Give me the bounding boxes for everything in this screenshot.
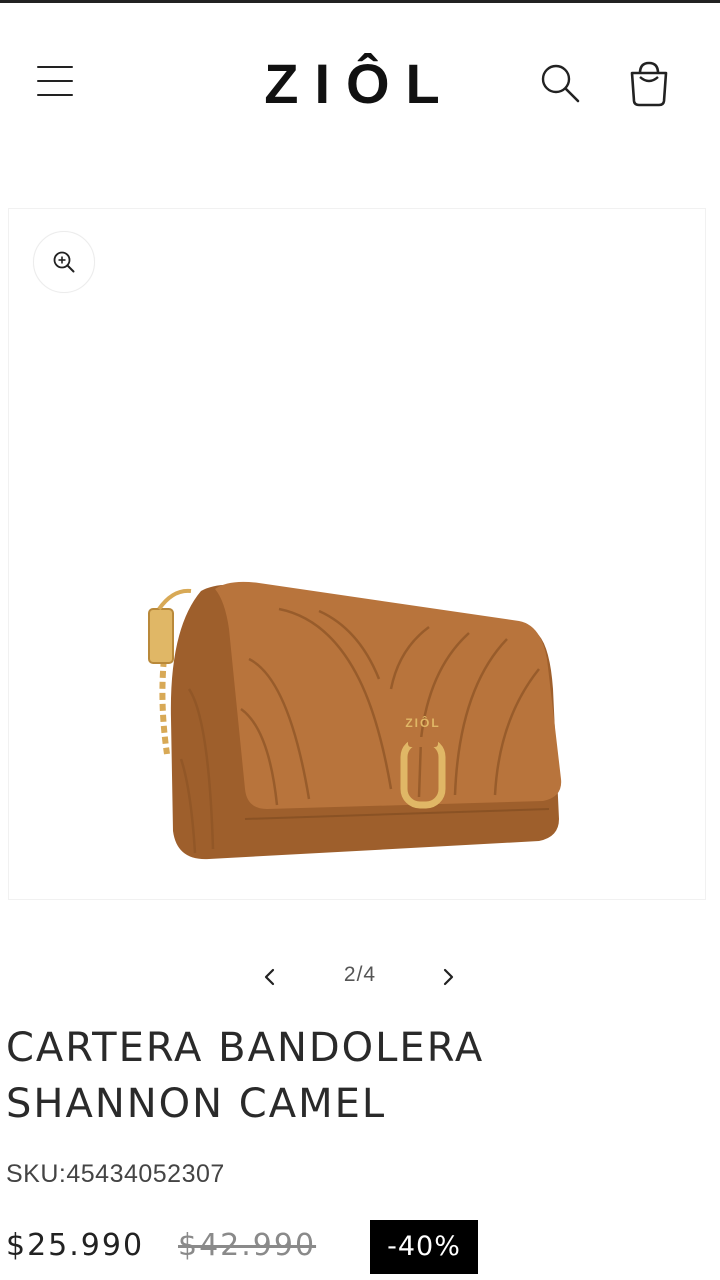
chevron-left-icon	[264, 968, 275, 986]
slide-counter: 2/4	[343, 963, 377, 986]
gallery-pager: 2/4	[250, 955, 470, 999]
regular-price: $42.990	[178, 1228, 317, 1263]
hamburger-line	[37, 94, 73, 96]
bag-chain	[159, 648, 170, 755]
product-title-line: CARTERA BANDOLERA	[6, 1025, 485, 1071]
brand-logo[interactable]: ZIÔL	[240, 49, 480, 119]
chevron-right-icon	[443, 968, 454, 986]
product-image: ZIÔL	[148, 581, 562, 860]
product-sku: SKU:45434052307	[6, 1160, 225, 1189]
product-gallery[interactable]: ZIÔL	[8, 208, 706, 900]
shopping-bag-icon	[630, 61, 668, 107]
cart-button[interactable]	[622, 55, 676, 111]
sku-value: 45434052307	[66, 1160, 225, 1188]
search-icon	[541, 64, 580, 103]
price-row: $25.990 $42.990 -40%	[6, 1220, 716, 1276]
site-header: ZIÔL	[0, 3, 720, 163]
previous-slide-button[interactable]	[256, 963, 284, 991]
zoom-button[interactable]	[33, 231, 95, 293]
sale-price: $25.990	[6, 1228, 145, 1263]
sku-label: SKU:	[6, 1160, 67, 1188]
zoom-in-icon	[53, 251, 75, 273]
discount-badge: -40%	[370, 1220, 478, 1274]
strap-lock	[148, 608, 174, 664]
product-title: CARTERA BANDOLERA SHANNON CAMEL	[6, 1020, 706, 1132]
search-button[interactable]	[534, 57, 586, 109]
menu-button[interactable]	[30, 55, 82, 107]
bag-logo: ZIÔL	[405, 715, 440, 730]
hamburger-line	[37, 80, 73, 82]
product-title-line: SHANNON CAMEL	[6, 1081, 387, 1127]
hamburger-menu-icon	[37, 66, 73, 68]
next-slide-button[interactable]	[434, 963, 462, 991]
